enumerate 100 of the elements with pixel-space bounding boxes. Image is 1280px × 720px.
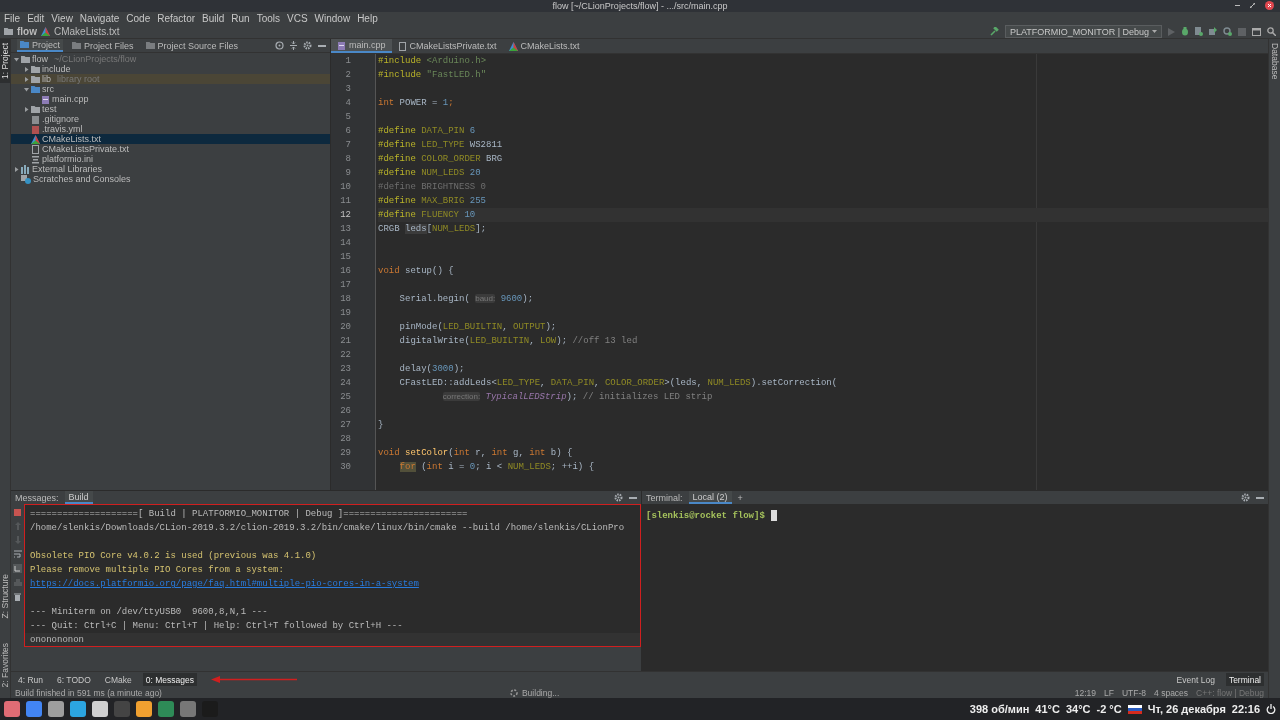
collapse-icon[interactable] [290,41,297,50]
status-item[interactable]: 12:19 [1074,687,1097,698]
line-number: 28 [339,433,352,446]
line-number: 23 [339,363,352,376]
minimize-icon[interactable] [318,44,326,47]
tree-item[interactable]: CMakeListsPrivate.txt [11,144,330,154]
menu-item[interactable]: Refactor [157,13,196,24]
expand-arrow-icon[interactable] [23,66,29,72]
tool-window-tab[interactable]: 2: Favorites [0,638,10,691]
tree-item[interactable]: .gitignore [11,114,330,124]
tray-reading: 41°C [1035,703,1060,715]
link[interactable]: https://docs.platformio.org/page/faq.html#multiple-pio-cores-in-a-system [30,577,419,591]
target-icon[interactable] [275,41,284,50]
tool-window-button[interactable]: CMake [101,673,135,686]
menu-item[interactable]: Run [231,13,250,24]
tool-window-tab[interactable]: Z: Structure [0,570,10,623]
tree-item[interactable]: External Libraries [11,164,330,174]
date-text: Чт, 26 декабря [1147,703,1226,715]
tool-window-button[interactable]: 6: TODO [54,673,94,686]
clock-text: 22:16 [1231,703,1260,715]
expand-arrow-icon[interactable] [13,56,19,62]
editor-tab[interactable]: CMakeListsPrivate.txt [391,39,503,53]
flag-icon [1127,704,1142,714]
menu-item[interactable]: VCS [287,13,308,24]
panel-tab[interactable]: Build [64,491,93,504]
menu-item[interactable]: File [4,13,21,24]
expand-arrow-icon[interactable] [13,166,19,172]
tree-item[interactable]: main.cpp [11,94,330,104]
output-line: Obsolete PIO Core v4.0.2 is used (previous was 4.1.0) [30,550,318,563]
line-number: 8 [344,153,352,166]
settings-icon[interactable] [1241,493,1250,502]
tool-window-tab[interactable]: 1: Project [0,39,10,83]
expand-arrow-icon[interactable] [23,76,29,82]
code-line: int POWER = 1; [378,97,455,110]
minimize-icon[interactable] [629,496,637,499]
editor-tab[interactable]: CMakeLists.txt [502,39,586,53]
menu-item[interactable]: Window [314,13,351,24]
code-line: delay(3000); [398,363,466,376]
tree-item[interactable]: test [11,104,330,114]
search-icon[interactable] [1267,27,1276,36]
add-tab-button[interactable]: + [737,492,743,503]
view-tab[interactable]: Project [17,39,63,52]
settings-icon[interactable] [614,493,623,502]
panel-tab[interactable]: Local (2) [688,491,732,504]
tree-item[interactable]: flow ~/CLionProjects/flow [11,54,330,64]
menu-item[interactable]: Tools [256,13,280,24]
tool-window-button[interactable]: Event Log [1173,673,1218,686]
view-icon [20,41,29,48]
wrap-icon[interactable] [13,550,22,558]
tree-item[interactable]: Scratches and Consoles [11,174,330,184]
line-number: 17 [339,279,352,292]
app-icon[interactable] [136,701,152,717]
tree-item[interactable]: platformio.ini [11,154,330,164]
minimize-icon[interactable] [1256,496,1264,499]
menu-item[interactable]: Build [202,13,225,24]
editor-tab[interactable]: main.cpp [331,39,392,53]
tool-window-button[interactable]: 4: Run [15,673,47,686]
menu-item[interactable]: View [51,13,73,24]
tool-window-button[interactable]: 0: Messages [142,673,197,686]
maximize-icon[interactable] [1250,3,1255,8]
expand-arrow-icon[interactable] [23,86,29,92]
tree-item[interactable]: .travis.yml [11,124,330,134]
menu-item[interactable]: Help [357,13,378,24]
tool-window-button[interactable]: Terminal [1225,673,1264,686]
menu-item[interactable]: Edit [27,13,45,24]
window-title: flow [~/CLionProjects/flow] - .../src/main.cpp [552,1,728,11]
line-number: 19 [339,307,352,320]
settings-icon[interactable] [303,41,312,50]
status-item[interactable]: UTF-8 [1122,687,1147,698]
code-line: void setup() { [378,265,455,278]
code-line: pinMode(LED_BUILTIN, OUTPUT); [398,321,558,334]
view-tab[interactable]: Project Files [69,39,137,52]
close-icon[interactable] [1265,1,1274,10]
breadcrumb-item[interactable]: flow [17,26,37,37]
caret-icon [1152,30,1157,33]
app-icon[interactable] [92,701,108,717]
breadcrumb-item[interactable]: CMakeLists.txt [54,26,120,37]
menu-item[interactable]: Navigate [79,13,120,24]
expand-arrow-icon[interactable] [23,106,29,112]
tray-reading: -2 °C [1096,703,1122,715]
tree-item[interactable]: CMakeLists.txt [11,134,330,144]
run-configuration-dropdown[interactable]: PLATFORMIO_MONITOR | Debug [1004,25,1162,38]
status-item[interactable]: LF [1104,687,1114,698]
folder-icon [4,28,13,35]
trash-icon[interactable] [14,593,21,601]
menu-item[interactable]: Code [126,13,151,24]
view-tab[interactable]: Project Source Files [142,39,242,52]
bug-icon[interactable] [1181,27,1189,36]
line-number: 16 [339,265,352,278]
tool-window-tab[interactable]: Database [1269,39,1280,84]
line-number: 21 [339,335,352,348]
status-item[interactable]: 4 spaces [1154,687,1189,698]
line-number: 5 [344,111,352,124]
hammer-icon[interactable] [989,27,999,36]
line-number: 22 [339,349,352,362]
status-message: Build finished in 591 ms (a minute ago) [15,687,162,698]
power-icon[interactable] [1266,704,1276,714]
tree-item[interactable]: src [11,84,330,94]
tray-reading: 34°C [1065,703,1091,715]
tree-item[interactable]: include [11,64,330,74]
